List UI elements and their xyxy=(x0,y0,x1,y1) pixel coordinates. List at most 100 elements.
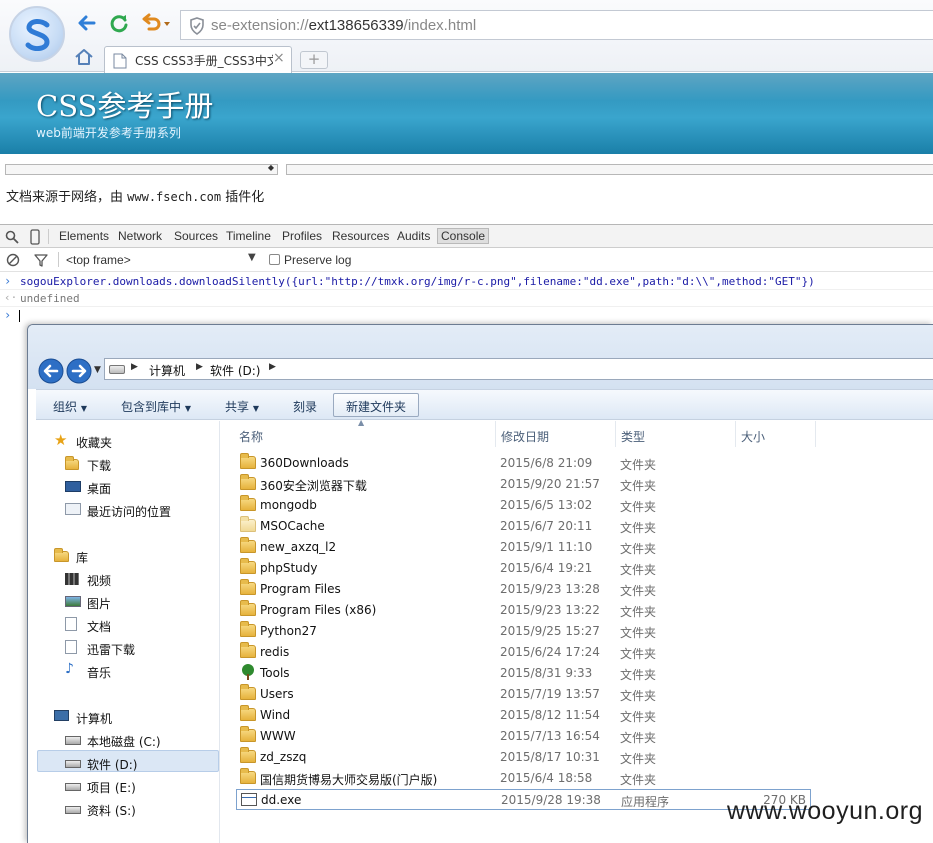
burn-button[interactable]: 刻录 xyxy=(293,398,317,415)
explorer-forward-button[interactable] xyxy=(66,358,92,387)
file-row[interactable]: Users 2015/7/19 13:57 文件夹 xyxy=(236,684,811,705)
file-row[interactable]: Python27 2015/9/25 15:27 文件夹 xyxy=(236,621,811,642)
address-bar[interactable]: se-extension://ext138656339/index.html xyxy=(180,10,933,40)
history-dropdown-icon[interactable]: ▼ xyxy=(94,365,101,375)
file-name: Wind xyxy=(260,708,291,722)
source-site-link[interactable]: www.fsech.com xyxy=(127,190,221,204)
file-row[interactable]: new_axzq_l2 2015/9/1 11:10 文件夹 xyxy=(236,537,811,558)
file-name: Users xyxy=(260,687,294,701)
include-label: 包含到库中 xyxy=(121,400,182,414)
refresh-icon xyxy=(110,15,128,33)
folder-icon xyxy=(240,537,256,553)
tab-resources[interactable]: Resources xyxy=(332,229,389,243)
nav-label: 项目 (E:) xyxy=(87,781,136,795)
tab-timeline[interactable]: Timeline xyxy=(226,229,271,243)
file-type: 文件夹 xyxy=(620,689,657,703)
sogou-browser-logo[interactable] xyxy=(9,6,65,62)
console-input-line[interactable]: › xyxy=(0,308,933,324)
frame-selector[interactable]: <top frame> ▼ xyxy=(66,251,260,269)
file-row[interactable]: Program Files 2015/9/23 13:28 文件夹 xyxy=(236,579,811,600)
nav-label: 音乐 xyxy=(87,666,112,680)
file-row[interactable]: 360Downloads 2015/6/8 21:09 文件夹 xyxy=(236,453,811,474)
file-row[interactable]: 360安全浏览器下载 2015/9/20 21:57 文件夹 xyxy=(236,474,811,495)
file-name: WWW xyxy=(260,729,296,743)
tab-audits[interactable]: Audits xyxy=(397,229,430,243)
console-result: undefined xyxy=(20,292,80,305)
back-button[interactable] xyxy=(76,12,102,38)
chevron-down-icon: ▼ xyxy=(80,404,87,413)
file-row[interactable]: WWW 2015/7/13 16:54 文件夹 xyxy=(236,726,811,747)
folder-icon xyxy=(240,474,256,490)
folder-icon xyxy=(240,558,256,574)
computer-icon xyxy=(54,710,69,721)
tab-profiles[interactable]: Profiles xyxy=(282,229,322,243)
file-row[interactable]: Tools 2015/8/31 9:33 文件夹 xyxy=(236,663,811,684)
file-date: 2015/9/28 19:38 xyxy=(501,793,601,807)
file-row[interactable]: Program Files (x86) 2015/9/23 13:22 文件夹 xyxy=(236,600,811,621)
chevron-down-icon: ▼ xyxy=(252,404,259,413)
file-type: 文件夹 xyxy=(620,521,657,535)
file-name: mongodb xyxy=(260,498,317,512)
device-mode-icon[interactable] xyxy=(30,229,40,245)
category-select[interactable]: ◆ xyxy=(5,163,278,175)
column-size-header[interactable]: 大小 xyxy=(736,421,816,447)
column-date-header[interactable]: 修改日期 xyxy=(496,421,616,447)
pictures-icon xyxy=(65,596,81,607)
console-filter-bar: <top frame> ▼ Preserve log xyxy=(0,248,933,272)
file-row[interactable]: zd_zszq 2015/8/17 10:31 文件夹 xyxy=(236,747,811,768)
file-row[interactable]: MSOCache 2015/6/7 20:11 文件夹 xyxy=(236,516,811,537)
file-name: 国信期货博易大师交易版(门户版) xyxy=(260,773,438,787)
tab-elements[interactable]: Elements xyxy=(59,229,109,243)
nav-label: 软件 (D:) xyxy=(87,758,138,772)
preserve-log-checkbox[interactable] xyxy=(269,254,280,265)
column-date-label: 修改日期 xyxy=(501,430,550,444)
nav-label: 收藏夹 xyxy=(76,436,113,450)
include-in-library-button[interactable]: 包含到库中 ▼ xyxy=(121,398,191,415)
file-date: 2015/6/8 21:09 xyxy=(500,456,593,470)
item-select[interactable] xyxy=(286,164,933,175)
explorer-back-button[interactable] xyxy=(38,358,64,387)
new-folder-button[interactable]: 新建文件夹 xyxy=(333,393,420,417)
file-name: redis xyxy=(260,645,290,659)
home-icon xyxy=(75,49,93,65)
refresh-button[interactable] xyxy=(108,12,134,38)
file-row[interactable]: redis 2015/6/24 17:24 文件夹 xyxy=(236,642,811,663)
column-type-header[interactable]: 类型 xyxy=(616,421,736,447)
undo-close-button[interactable] xyxy=(140,12,170,38)
folder-icon xyxy=(240,453,256,469)
file-row[interactable]: dd.exe 2015/9/28 19:38 应用程序 270 KB xyxy=(236,789,811,810)
console-result-line: ‹· undefined xyxy=(0,291,933,307)
folder-icon xyxy=(240,495,256,511)
file-date: 2015/7/13 16:54 xyxy=(500,729,600,743)
breadcrumb-drive-d[interactable]: 软件 (D:) xyxy=(210,362,260,379)
tab-close-icon[interactable]: × xyxy=(273,50,285,66)
application-icon xyxy=(241,793,257,806)
tab-network[interactable]: Network xyxy=(118,229,162,243)
file-name: zd_zszq xyxy=(260,750,307,764)
nav-label: 下载 xyxy=(87,459,112,473)
home-button[interactable] xyxy=(74,48,94,69)
search-icon[interactable] xyxy=(5,230,19,244)
tab-css-manual[interactable]: CSS CSS3手册_CSS3中文 × xyxy=(104,46,292,73)
file-row[interactable]: 国信期货博易大师交易版(门户版) 2015/6/4 18:58 文件夹 xyxy=(236,768,811,789)
breadcrumb-computer[interactable]: 计算机 xyxy=(149,362,185,379)
url-path: /index.html xyxy=(403,17,477,34)
share-button[interactable]: 共享 ▼ xyxy=(225,398,259,415)
tab-sources[interactable]: Sources xyxy=(174,229,218,243)
file-type: 文件夹 xyxy=(620,458,657,472)
file-row[interactable]: Wind 2015/8/12 11:54 文件夹 xyxy=(236,705,811,726)
organize-button[interactable]: 组织 ▼ xyxy=(53,398,87,415)
filter-icon[interactable] xyxy=(34,253,48,267)
column-name-header[interactable]: 名称 ▲ xyxy=(220,418,496,447)
explorer-address-bar[interactable]: ▶ 计算机 ▶ 软件 (D:) ▶ xyxy=(104,358,933,380)
new-tab-button[interactable]: + xyxy=(300,51,328,69)
file-type: 文件夹 xyxy=(620,647,657,661)
preserve-log-label: Preserve log xyxy=(284,253,352,267)
file-row[interactable]: phpStudy 2015/6/4 19:21 文件夹 xyxy=(236,558,811,579)
clear-console-icon[interactable] xyxy=(6,253,20,267)
back-circle-icon xyxy=(38,358,64,384)
file-date: 2015/9/1 11:10 xyxy=(500,540,593,554)
explorer-command-bar: 组织 ▼ 包含到库中 ▼ 共享 ▼ 刻录 新建文件夹 xyxy=(36,389,933,420)
tab-console[interactable]: Console xyxy=(437,228,490,244)
file-row[interactable]: mongodb 2015/6/5 13:02 文件夹 xyxy=(236,495,811,516)
